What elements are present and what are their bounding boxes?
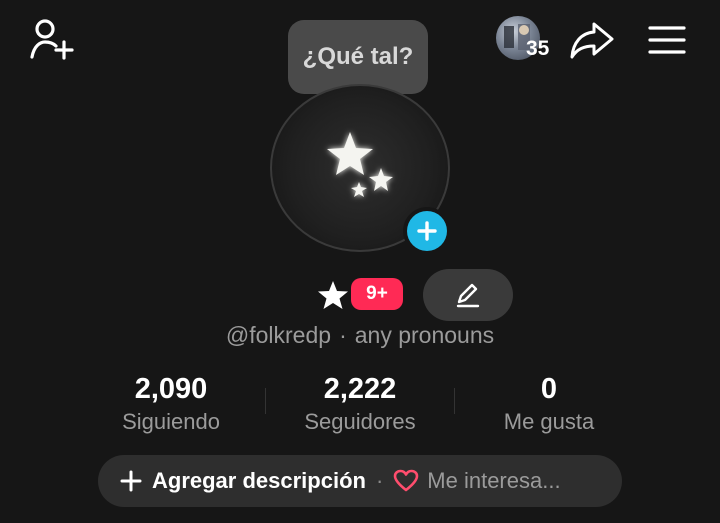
- friends-count: 35: [526, 37, 550, 60]
- plus-icon: [120, 470, 142, 492]
- star-icon: [317, 280, 349, 310]
- username-line: @folkredp · any pronouns: [0, 322, 720, 349]
- share-arrow-icon: [568, 18, 616, 62]
- share-button[interactable]: [568, 18, 616, 62]
- description-bar[interactable]: Agregar descripción · Me interesa...: [98, 455, 622, 507]
- pronouns: any pronouns: [354, 322, 495, 348]
- status-bubble-text: ¿Qué tal?: [302, 43, 414, 70]
- stat-likes-label: Me gusta: [503, 409, 595, 434]
- heart-icon: [393, 469, 419, 493]
- stat-followers-value: 2,222: [323, 373, 397, 405]
- stat-followers-label: Seguidores: [304, 409, 416, 434]
- add-photo-button[interactable]: [403, 207, 451, 255]
- notification-badge: 9+: [351, 278, 403, 310]
- stat-followers[interactable]: 2,222 Seguidores: [265, 370, 455, 436]
- stat-following-label: Siguiendo: [122, 409, 220, 434]
- stat-likes-value: 0: [540, 373, 558, 405]
- hamburger-menu-icon: [646, 23, 688, 57]
- plus-icon: [416, 220, 438, 242]
- stat-following[interactable]: 2,090 Siguiendo: [76, 370, 266, 436]
- pencil-icon: [454, 281, 482, 309]
- username: @folkredp: [225, 322, 332, 348]
- add-friend-button[interactable]: [26, 16, 76, 62]
- add-description-link[interactable]: Agregar descripción: [152, 468, 366, 494]
- description-separator: ·: [375, 468, 384, 493]
- edit-profile-button[interactable]: [423, 269, 513, 321]
- username-separator: ·: [339, 322, 347, 348]
- stat-following-value: 2,090: [134, 373, 208, 405]
- menu-button[interactable]: [646, 22, 688, 58]
- star-button[interactable]: [316, 279, 350, 311]
- person-plus-icon: [26, 16, 76, 62]
- stat-likes[interactable]: 0 Me gusta: [454, 370, 644, 436]
- interests-link[interactable]: Me interesa...: [427, 468, 560, 494]
- status-bubble[interactable]: ¿Qué tal?: [288, 20, 428, 94]
